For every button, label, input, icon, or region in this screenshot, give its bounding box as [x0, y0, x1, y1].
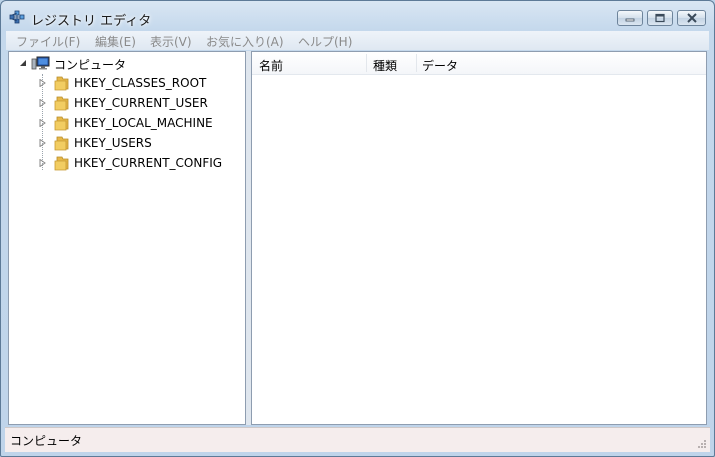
collapsed-arrow-icon[interactable]: [39, 139, 46, 147]
tree-item-label: HKEY_CURRENT_CONFIG: [74, 156, 223, 170]
resize-grip-icon[interactable]: [697, 439, 707, 449]
folder-icon: [54, 76, 69, 91]
collapsed-arrow-icon[interactable]: [39, 119, 46, 127]
tree-item-label: HKEY_CURRENT_USER: [74, 96, 208, 110]
registry-editor-window: レジストリ エディタ ファイル(F) 編集(E) 表示(V) お気に入り(A) …: [0, 0, 715, 457]
expanded-arrow-icon[interactable]: [19, 59, 27, 67]
minimize-button[interactable]: [617, 10, 643, 26]
tree-item-label: HKEY_LOCAL_MACHINE: [74, 116, 213, 130]
tree-item-label: コンピュータ: [54, 58, 127, 72]
column-divider[interactable]: [416, 54, 417, 72]
title-bar[interactable]: レジストリ エディタ: [1, 1, 714, 32]
maximize-button[interactable]: [647, 10, 673, 26]
folder-icon: [54, 156, 69, 171]
minimize-icon: [625, 18, 635, 22]
key-tree-pane[interactable]: コンピュータ HKEY_CLASSES_ROOT HKEY_CURRENT_US…: [8, 51, 246, 425]
maximize-icon: [655, 13, 665, 23]
window-title: レジストリ エディタ: [31, 14, 152, 29]
menu-view[interactable]: 表示(V): [150, 33, 192, 50]
collapsed-arrow-icon[interactable]: [39, 99, 46, 107]
tree-item-label: HKEY_CLASSES_ROOT: [74, 76, 207, 90]
close-button[interactable]: [677, 10, 706, 26]
status-bar: コンピュータ: [5, 427, 710, 452]
tree-item-hkey-users[interactable]: HKEY_USERS: [9, 134, 245, 152]
collapsed-arrow-icon[interactable]: [39, 79, 46, 87]
menu-edit[interactable]: 編集(E): [95, 33, 136, 50]
values-list-pane[interactable]: 名前 種類 データ: [251, 51, 707, 425]
tree-item-hkey-local-machine[interactable]: HKEY_LOCAL_MACHINE: [9, 114, 245, 132]
collapsed-arrow-icon[interactable]: [39, 159, 46, 167]
list-header: 名前 種類 データ: [252, 52, 706, 75]
tree-item-hkey-classes-root[interactable]: HKEY_CLASSES_ROOT: [9, 74, 245, 92]
folder-icon: [54, 116, 69, 131]
close-icon: [687, 13, 697, 23]
registry-editor-icon[interactable]: [9, 9, 25, 25]
menu-favorites[interactable]: お気に入り(A): [206, 33, 284, 50]
menu-help[interactable]: ヘルプ(H): [298, 33, 352, 50]
computer-icon: [31, 56, 50, 70]
folder-icon: [54, 136, 69, 151]
menu-file[interactable]: ファイル(F): [16, 33, 80, 50]
menu-bar: ファイル(F) 編集(E) 表示(V) お気に入り(A) ヘルプ(H): [6, 31, 709, 50]
tree-item-hkey-current-config[interactable]: HKEY_CURRENT_CONFIG: [9, 154, 245, 172]
column-header-data[interactable]: データ: [422, 57, 458, 74]
column-header-name[interactable]: 名前: [259, 57, 283, 74]
tree-item-hkey-current-user[interactable]: HKEY_CURRENT_USER: [9, 94, 245, 112]
status-text: コンピュータ: [10, 434, 83, 448]
column-header-type[interactable]: 種類: [373, 57, 397, 74]
tree-item-computer[interactable]: コンピュータ: [9, 54, 245, 72]
column-divider[interactable]: [366, 54, 367, 72]
folder-icon: [54, 96, 69, 111]
tree-item-label: HKEY_USERS: [74, 136, 152, 150]
